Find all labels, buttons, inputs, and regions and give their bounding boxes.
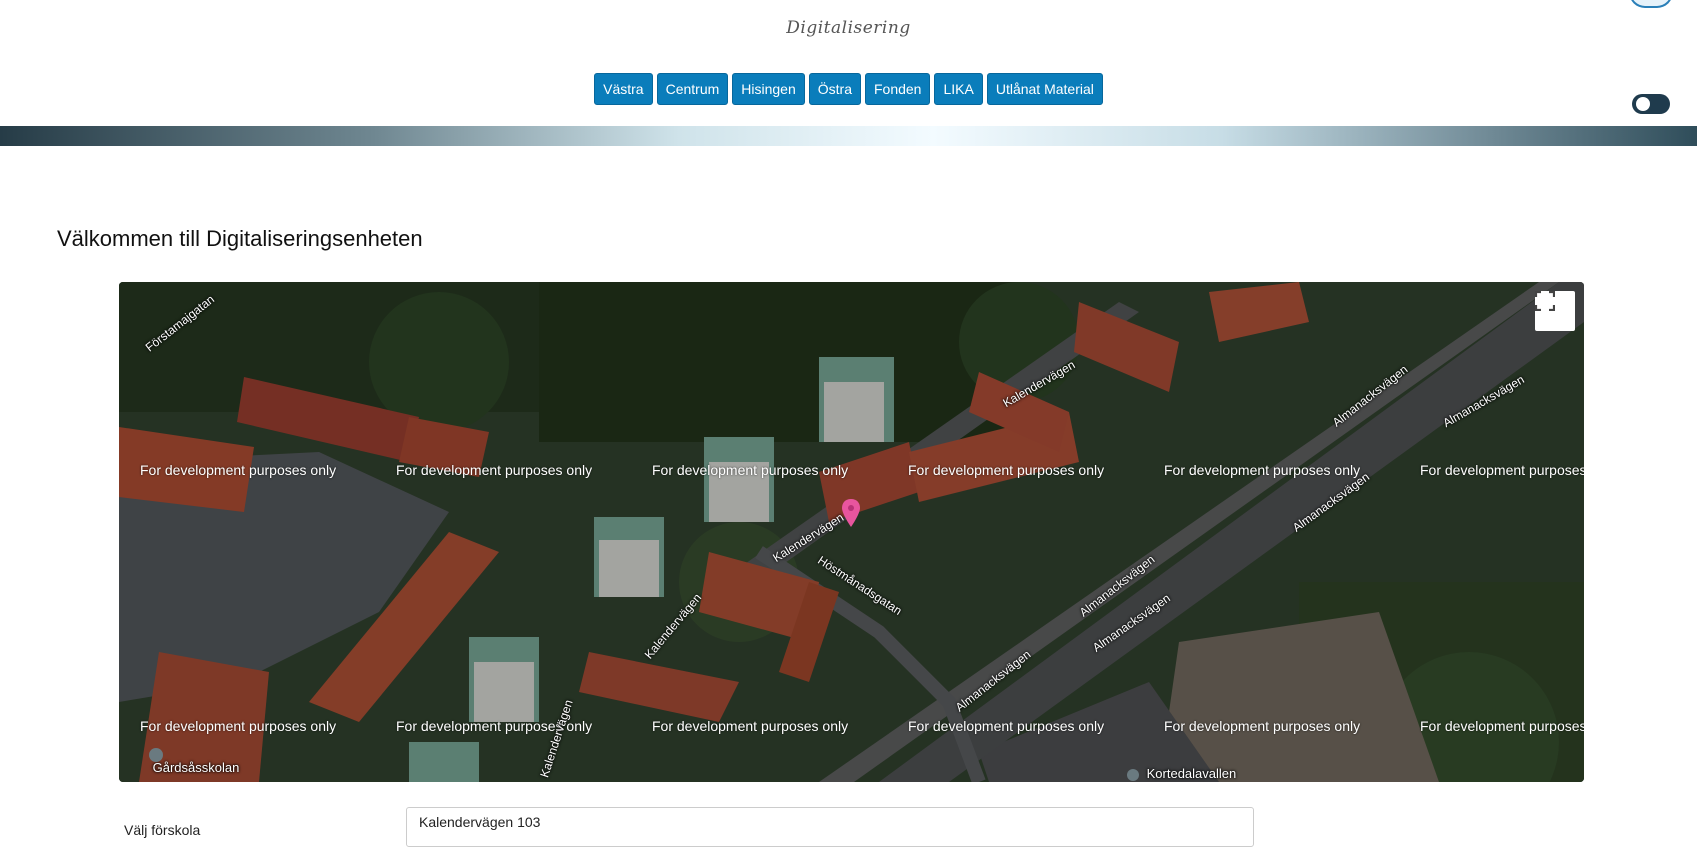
- dev-watermark: For development purposes only: [140, 718, 337, 734]
- brand-logo: Digitalisering: [786, 18, 911, 38]
- dev-watermark: For development purposes only: [1420, 462, 1584, 478]
- dev-watermark: For development purposes only: [652, 718, 849, 734]
- nav-button-vastra[interactable]: Västra: [594, 73, 653, 105]
- theme-toggle[interactable]: [1632, 94, 1670, 114]
- map-marker-icon[interactable]: [842, 499, 860, 527]
- fullscreen-button[interactable]: [1535, 291, 1575, 331]
- dev-watermark: For development purposes only: [396, 462, 593, 478]
- toggle-knob: [1636, 97, 1650, 111]
- poi-pin-icon: [1127, 768, 1139, 781]
- dev-watermark: For development purposes only: [652, 462, 849, 478]
- poi-name: Gårdsåsskolan: [152, 760, 240, 775]
- nav-button-hisingen[interactable]: Hisingen: [732, 73, 805, 105]
- poi-pin-icon: [149, 747, 163, 762]
- poi-label-kortedalavallen[interactable]: Kortedalavallen: [1127, 766, 1236, 781]
- dev-watermark: For development purposes only: [140, 462, 337, 478]
- fullscreen-icon: [1535, 291, 1555, 311]
- dev-watermark: For development purposes only: [1420, 718, 1584, 734]
- nav-button-ostra[interactable]: Östra: [808, 73, 861, 105]
- nav-button-fonden[interactable]: Fonden: [864, 73, 931, 105]
- map-view[interactable]: For development purposes only For develo…: [119, 282, 1584, 782]
- preschool-select-label: Välj förskola: [124, 822, 201, 838]
- poi-name: Kortedalavallen: [1146, 766, 1237, 781]
- dev-watermark: For development purposes only: [908, 462, 1105, 478]
- nav-button-lika[interactable]: LIKA: [934, 73, 983, 105]
- nav-button-centrum[interactable]: Centrum: [656, 73, 729, 105]
- poi-label-gardsasskolan[interactable]: Gårdsåsskolan: [131, 747, 240, 776]
- page-title: Välkommen till Digitaliseringsenheten: [57, 226, 423, 251]
- book-icon: [1629, 0, 1673, 8]
- aerial-map-imagery: [119, 282, 1584, 782]
- header-gradient-band: [0, 126, 1697, 146]
- region-nav: Västra Centrum Hisingen Östra Fonden LIK…: [0, 73, 1697, 105]
- preschool-select[interactable]: Kalendervägen 103: [406, 807, 1254, 847]
- dev-watermark: For development purposes only: [1164, 462, 1361, 478]
- dev-watermark: For development purposes only: [1164, 718, 1361, 734]
- nav-button-utlanat-material[interactable]: Utlånat Material: [986, 73, 1103, 105]
- dev-watermark: For development purposes only: [908, 718, 1105, 734]
